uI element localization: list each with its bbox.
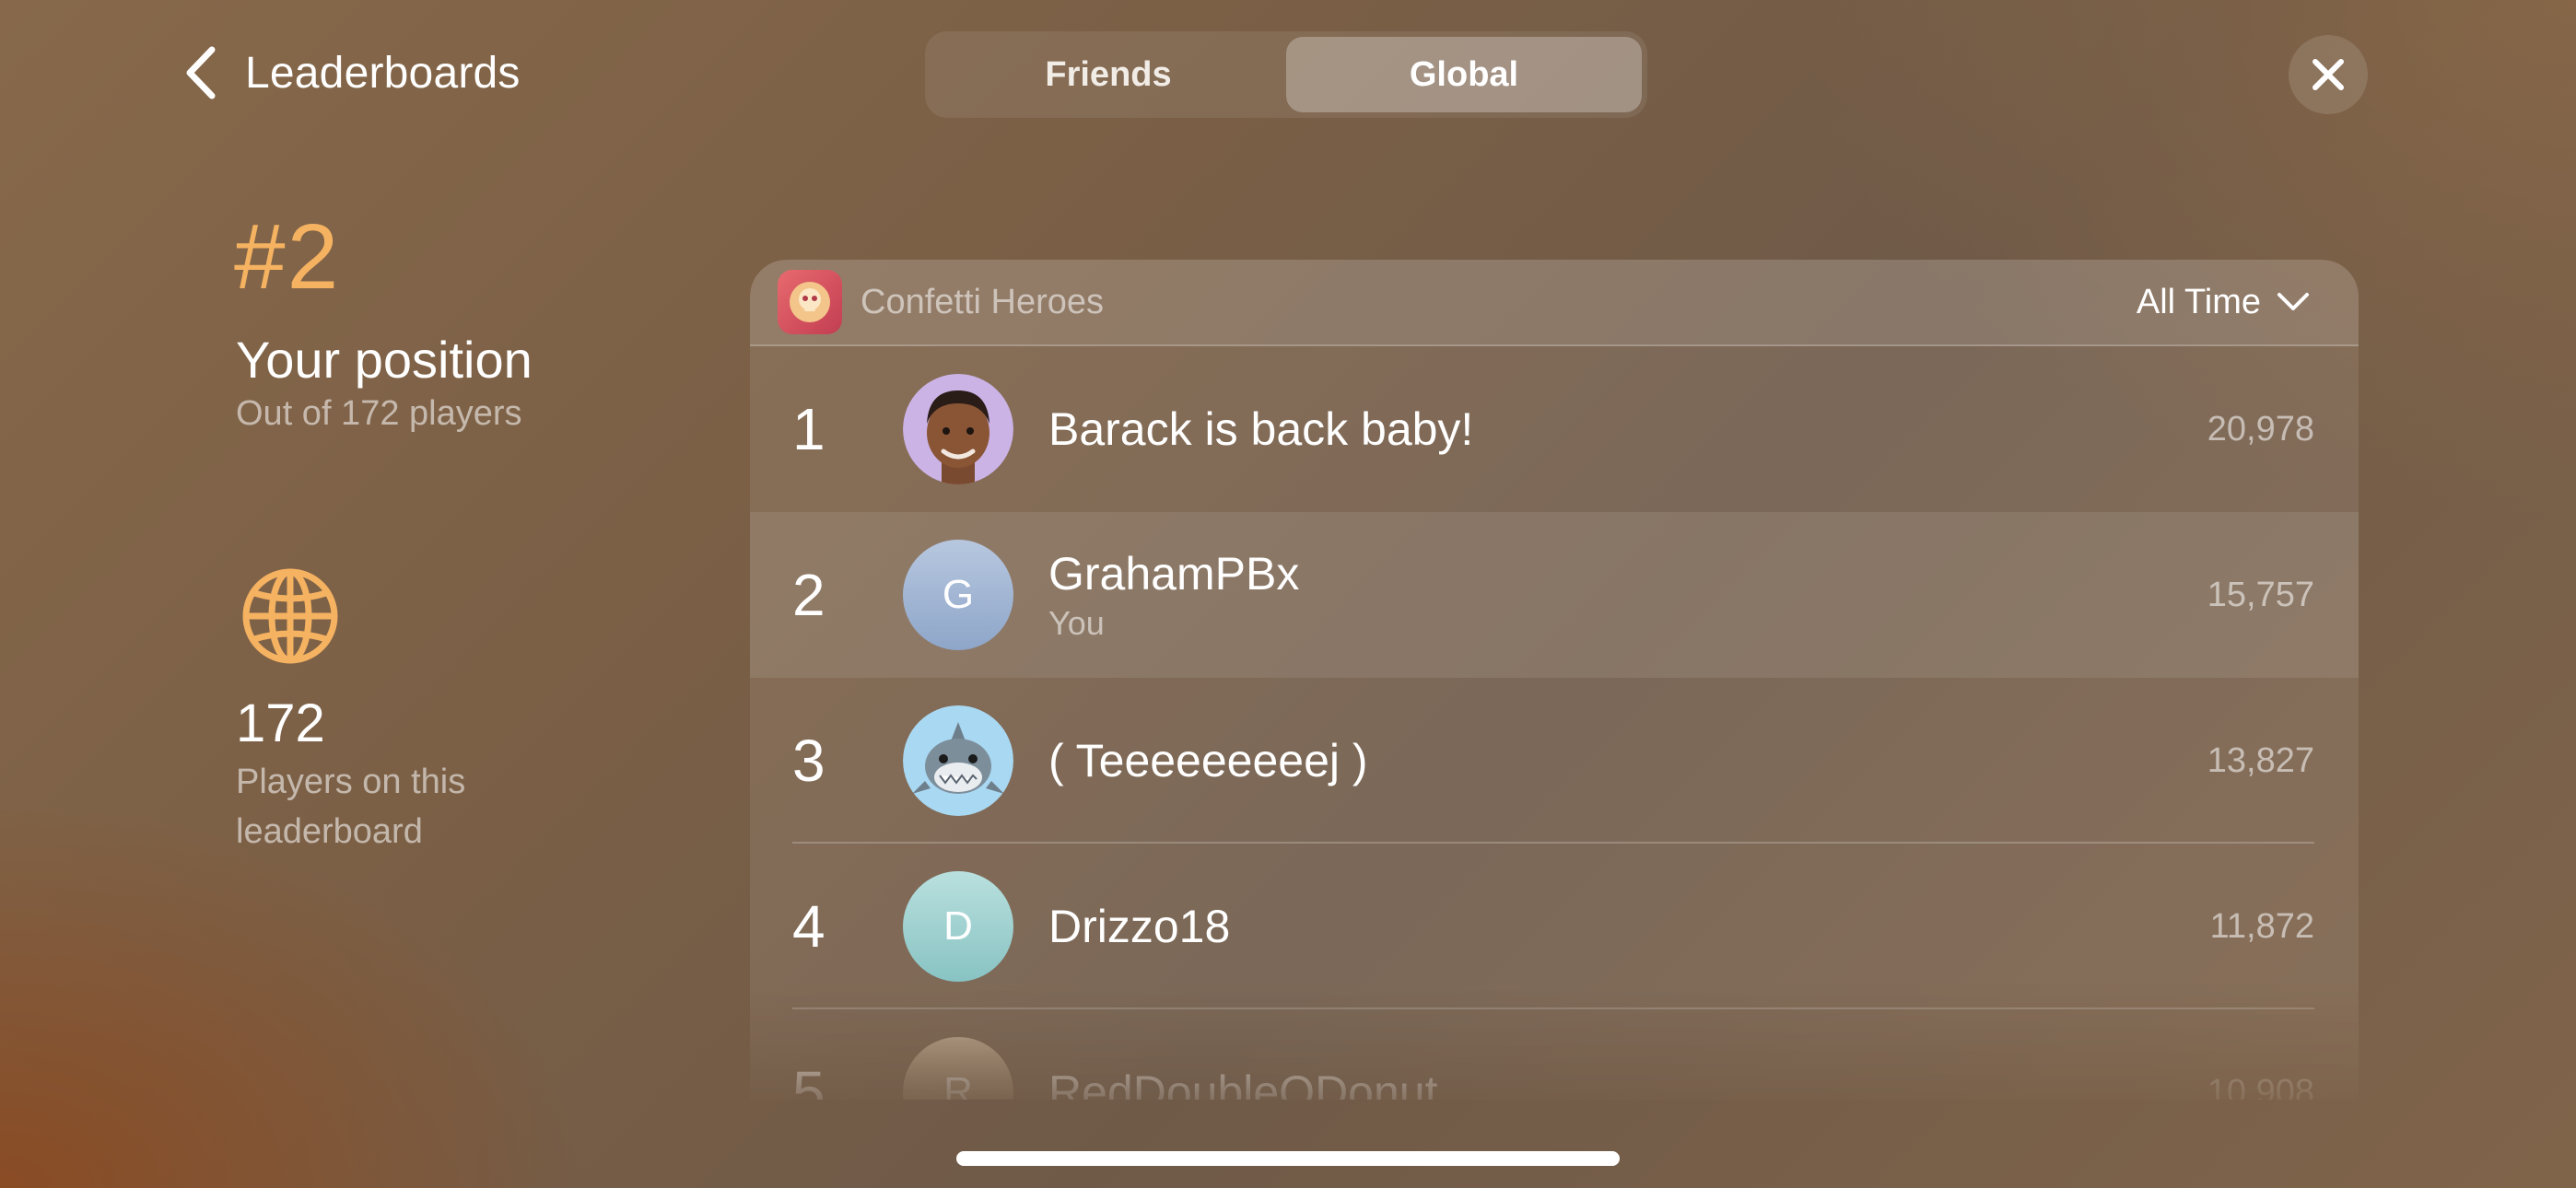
time-filter-dropdown[interactable]: All Time bbox=[2137, 283, 2311, 322]
globe-icon bbox=[242, 568, 338, 664]
player-score: 15,757 bbox=[2207, 575, 2314, 614]
row-rank: 1 bbox=[792, 396, 825, 462]
close-icon bbox=[2313, 59, 2344, 90]
player-you-label: You bbox=[1048, 604, 1105, 642]
tab-friends[interactable]: Friends bbox=[931, 37, 1286, 112]
back-label: Leaderboards bbox=[245, 48, 521, 98]
leaderboard-header: Confetti Heroes All Time bbox=[750, 260, 2359, 346]
row-rank: 4 bbox=[792, 893, 825, 960]
scope-segmented-control: Friends Global bbox=[925, 31, 1647, 118]
avatar: G bbox=[903, 540, 1013, 650]
game-name: Confetti Heroes bbox=[861, 282, 1105, 321]
game-icon bbox=[778, 270, 842, 334]
leaderboard-row[interactable]: 5 R RedDoubleODonut 10,908 bbox=[750, 1009, 2359, 1100]
avatar: D bbox=[903, 871, 1013, 982]
back-button[interactable]: Leaderboards bbox=[182, 44, 521, 101]
chevron-down-icon bbox=[2277, 293, 2309, 310]
close-button[interactable] bbox=[2289, 35, 2368, 114]
row-rank: 3 bbox=[792, 728, 825, 794]
home-indicator[interactable] bbox=[956, 1151, 1620, 1166]
leaderboard-list: 1 Barack is back baby! 20,978 2 G Graham… bbox=[750, 346, 2359, 1100]
player-score: 11,872 bbox=[2209, 906, 2314, 946]
row-rank: 5 bbox=[792, 1059, 825, 1100]
player-score: 20,978 bbox=[2207, 409, 2314, 448]
player-score: 10,908 bbox=[2207, 1072, 2314, 1101]
shark-avatar-icon bbox=[903, 705, 1013, 816]
players-label: Players on this leaderboard bbox=[236, 763, 466, 851]
tab-global[interactable]: Global bbox=[1286, 37, 1642, 112]
avatar bbox=[903, 374, 1013, 484]
player-rank: #2 bbox=[234, 205, 341, 309]
player-name: Barack is back baby! bbox=[1048, 403, 1474, 455]
skull-icon bbox=[790, 282, 830, 322]
position-subtitle: Out of 172 players bbox=[236, 394, 522, 433]
chevron-left-icon bbox=[186, 46, 216, 99]
avatar bbox=[903, 705, 1013, 816]
leaderboard-row[interactable]: 1 Barack is back baby! 20,978 bbox=[750, 346, 2359, 512]
leaderboard-row[interactable]: 3 ( Teeeeeeeeej ) 13,827 bbox=[750, 678, 2359, 844]
position-title: Your position bbox=[236, 331, 533, 389]
row-rank: 2 bbox=[792, 562, 825, 628]
time-filter-label: All Time bbox=[2136, 282, 2261, 321]
player-score: 13,827 bbox=[2207, 740, 2314, 780]
leaderboard-panel: Confetti Heroes All Time 1 Barack is bac… bbox=[750, 260, 2359, 1100]
leaderboard-row-current-player[interactable]: 2 G GrahamPBx You 15,757 bbox=[750, 512, 2359, 678]
leaderboard-row[interactable]: 4 D Drizzo18 11,872 bbox=[750, 844, 2359, 1009]
avatar: R bbox=[903, 1037, 1013, 1100]
players-count: 172 bbox=[236, 693, 325, 753]
player-name: GrahamPBx bbox=[1048, 548, 1300, 600]
player-name: RedDoubleODonut bbox=[1048, 1066, 1438, 1100]
player-name: Drizzo18 bbox=[1048, 901, 1231, 952]
player-name: ( Teeeeeeeeej ) bbox=[1048, 735, 1368, 786]
memoji-avatar-icon bbox=[903, 374, 1013, 484]
